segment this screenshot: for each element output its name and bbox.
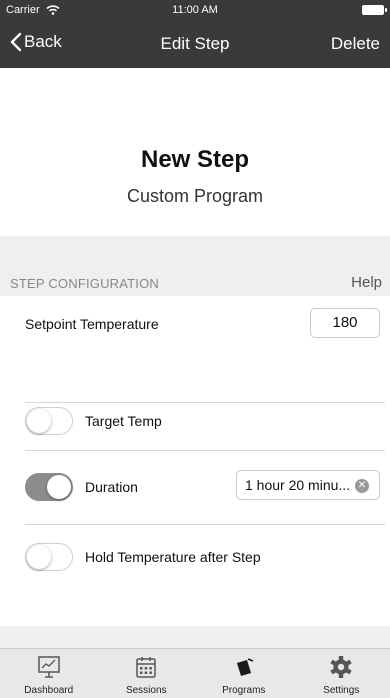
help-button[interactable]: Help bbox=[351, 274, 382, 291]
tab-dashboard[interactable]: Dashboard bbox=[0, 649, 98, 698]
dashboard-icon bbox=[38, 656, 60, 678]
hold-temp-label: Hold Temperature after Step bbox=[85, 549, 261, 565]
navigation-bar: Back Edit Step Delete bbox=[0, 20, 390, 68]
tab-label: Programs bbox=[222, 685, 266, 696]
duration-row: Duration 1 hour 20 minu... ✕ bbox=[0, 451, 390, 523]
tab-programs[interactable]: Programs bbox=[195, 649, 293, 698]
duration-value: 1 hour 20 minu... bbox=[245, 477, 351, 493]
tab-settings[interactable]: Settings bbox=[293, 649, 390, 698]
step-header: New Step Custom Program bbox=[0, 68, 390, 236]
setpoint-input[interactable]: 180 bbox=[310, 308, 380, 338]
program-name: Custom Program bbox=[126, 186, 264, 206]
duration-toggle[interactable] bbox=[25, 473, 73, 501]
tab-bar: Dashboard Sessions Programs Settings bbox=[0, 648, 390, 698]
toggle-knob bbox=[27, 409, 51, 433]
target-temp-row: Target Temp bbox=[0, 403, 390, 450]
toggle-knob bbox=[27, 545, 51, 569]
programs-icon bbox=[236, 658, 254, 676]
hold-temp-toggle[interactable] bbox=[25, 543, 73, 571]
gear-icon bbox=[330, 656, 352, 678]
toggle-knob bbox=[47, 475, 71, 499]
battery-icon bbox=[362, 5, 387, 15]
tab-sessions[interactable]: Sessions bbox=[98, 649, 196, 698]
step-configuration-panel: Setpoint Temperature 180 Target Temp Dur… bbox=[0, 296, 390, 626]
status-bar: Carrier 11:00 AM bbox=[0, 0, 390, 20]
duration-input[interactable]: 1 hour 20 minu... ✕ bbox=[236, 470, 380, 500]
duration-label: Duration bbox=[85, 479, 138, 495]
tab-label: Settings bbox=[323, 685, 360, 696]
target-temp-label: Target Temp bbox=[85, 413, 162, 429]
setpoint-row: Setpoint Temperature 180 bbox=[0, 296, 390, 352]
clear-icon[interactable]: ✕ bbox=[355, 479, 369, 493]
step-title: New Step bbox=[140, 146, 250, 173]
calendar-icon bbox=[136, 657, 156, 678]
target-temp-toggle[interactable] bbox=[25, 407, 73, 435]
hold-temp-row: Hold Temperature after Step bbox=[0, 525, 390, 585]
tab-label: Sessions bbox=[125, 685, 167, 696]
status-time: 11:00 AM bbox=[172, 4, 218, 16]
setpoint-label: Setpoint Temperature bbox=[25, 316, 159, 332]
delete-button[interactable]: Delete bbox=[331, 34, 380, 54]
section-title: STEP CONFIGURATION bbox=[10, 276, 160, 291]
tab-label: Dashboard bbox=[24, 685, 74, 696]
section-header: STEP CONFIGURATION Help bbox=[0, 266, 390, 296]
